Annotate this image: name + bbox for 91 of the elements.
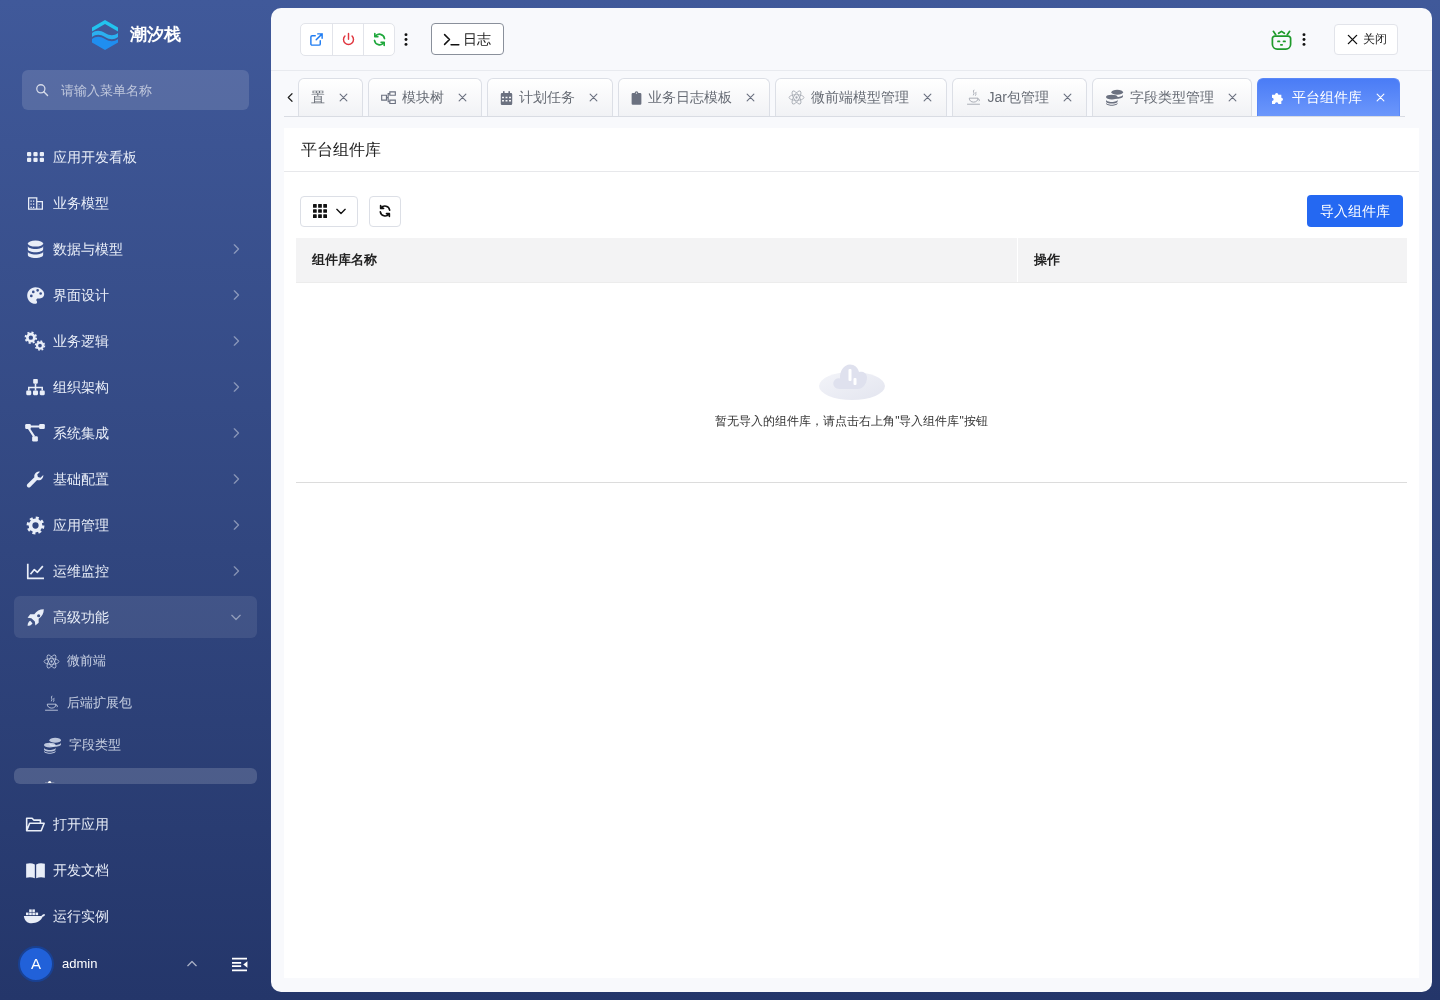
tab-close-icon[interactable]	[588, 93, 598, 102]
close-icon	[1347, 33, 1358, 45]
chevron-right-icon	[231, 336, 241, 346]
column-header: 组件库名称	[296, 238, 1019, 282]
menu-item[interactable]: 开发文档	[14, 849, 257, 891]
logo-text: 潮汐栈	[129, 24, 181, 47]
menu-item[interactable]: 业务模型	[14, 182, 257, 224]
chevron-down-icon	[335, 206, 346, 216]
database-icon	[26, 239, 44, 259]
atom-icon	[787, 89, 805, 106]
robot-icon[interactable]	[1270, 27, 1293, 51]
refresh-icon	[371, 31, 387, 47]
chevron-right-icon	[231, 290, 241, 300]
menu-item[interactable]: 运行实例	[14, 895, 257, 937]
tab-close-icon[interactable]	[338, 93, 348, 102]
tab[interactable]: 置	[297, 78, 363, 116]
tab-close-icon[interactable]	[457, 93, 467, 102]
sitemap-icon	[25, 378, 45, 396]
user-avatar[interactable]: A	[18, 946, 54, 982]
coins-icon	[1105, 89, 1124, 106]
coins-icon	[43, 736, 62, 754]
line-chart-icon	[25, 562, 45, 580]
submenu-item[interactable]: 微前端	[14, 640, 257, 682]
power-icon	[340, 31, 356, 47]
menu-item[interactable]: 系统集成	[14, 412, 257, 454]
view-dropdown-button[interactable]	[300, 195, 358, 227]
grid-icon	[312, 204, 327, 218]
wrench-icon	[26, 470, 44, 488]
menu-item[interactable]: 打开应用	[14, 803, 257, 845]
tab[interactable]: 计划任务	[486, 78, 613, 116]
gears-icon	[24, 331, 46, 351]
chevron-right-icon	[231, 244, 241, 254]
terminal-icon	[443, 32, 460, 46]
search-icon	[35, 83, 49, 97]
menu-collapse-icon[interactable]	[231, 956, 248, 972]
empty-message: 暂无导入的组件库，请点击右上角"导入组件库"按钮	[715, 413, 988, 430]
chevron-down-icon	[231, 612, 241, 622]
chevron-right-icon	[231, 566, 241, 576]
folder-icon	[25, 815, 45, 833]
tree-icon	[380, 90, 396, 105]
menu-item[interactable]: 数据与模型	[14, 228, 257, 270]
clipboard-icon	[630, 90, 642, 105]
menu-item[interactable]: 基础配置	[14, 458, 257, 500]
coffee-cup-icon	[964, 89, 982, 106]
submenu-item[interactable]: 字段类型	[14, 724, 257, 766]
tab[interactable]: 业务日志模板	[617, 78, 770, 116]
rocket-icon	[25, 607, 45, 627]
chevron-right-icon	[231, 474, 241, 484]
calendar-icon	[499, 90, 513, 105]
menu-item[interactable]: 应用开发看板	[14, 136, 257, 178]
chevron-up-icon[interactable]	[187, 959, 197, 969]
column-header: 操作	[1033, 251, 1062, 270]
gear-icon	[25, 515, 45, 535]
building-icon	[27, 196, 43, 210]
chevron-right-icon	[231, 520, 241, 530]
tab-close-icon[interactable]	[922, 93, 932, 102]
menu-item[interactable]: 业务逻辑	[14, 320, 257, 362]
refresh-button[interactable]	[369, 195, 401, 227]
user-name: admin	[62, 955, 99, 974]
dots-grid-icon	[26, 152, 44, 162]
import-button[interactable]: 导入组件库	[1307, 195, 1403, 227]
menu-item[interactable]: 应用管理	[14, 504, 257, 546]
more-icon[interactable]	[1302, 32, 1306, 46]
coffee-cup-icon	[43, 694, 60, 712]
tab[interactable]: 字段类型管理	[1092, 78, 1252, 116]
log-button[interactable]: 日志	[431, 23, 504, 55]
menu-item[interactable]: 组织架构	[14, 366, 257, 408]
palette-icon	[25, 285, 45, 305]
nodes-icon	[25, 424, 45, 442]
chevron-right-icon	[231, 428, 241, 438]
book-icon	[24, 861, 46, 879]
atom-icon	[43, 652, 60, 670]
refresh-icon	[378, 204, 392, 218]
chevron-right-icon	[231, 382, 241, 392]
external-link-icon	[309, 31, 324, 47]
tab-close-icon[interactable]	[1228, 93, 1237, 102]
more-icon[interactable]	[404, 32, 408, 46]
menu-item[interactable]: 运维监控	[14, 550, 257, 592]
tab-close-icon[interactable]	[745, 93, 755, 102]
close-button[interactable]: 关闭	[1334, 23, 1398, 55]
tab[interactable]: 微前端模型管理	[774, 78, 947, 116]
submenu-item[interactable]: 后端扩展包	[14, 682, 257, 724]
chevron-left-icon	[286, 92, 296, 102]
logo-icon	[89, 19, 120, 51]
tab-close-icon[interactable]	[1063, 93, 1072, 102]
tab[interactable]: Jar包管理	[951, 78, 1087, 116]
page-title: 平台组件库	[284, 128, 1419, 172]
tab[interactable]: 模块树	[367, 78, 482, 116]
menu-item[interactable]: 高级功能	[14, 596, 257, 638]
ship-icon	[23, 908, 47, 924]
menu-item[interactable]: 界面设计	[14, 274, 257, 316]
